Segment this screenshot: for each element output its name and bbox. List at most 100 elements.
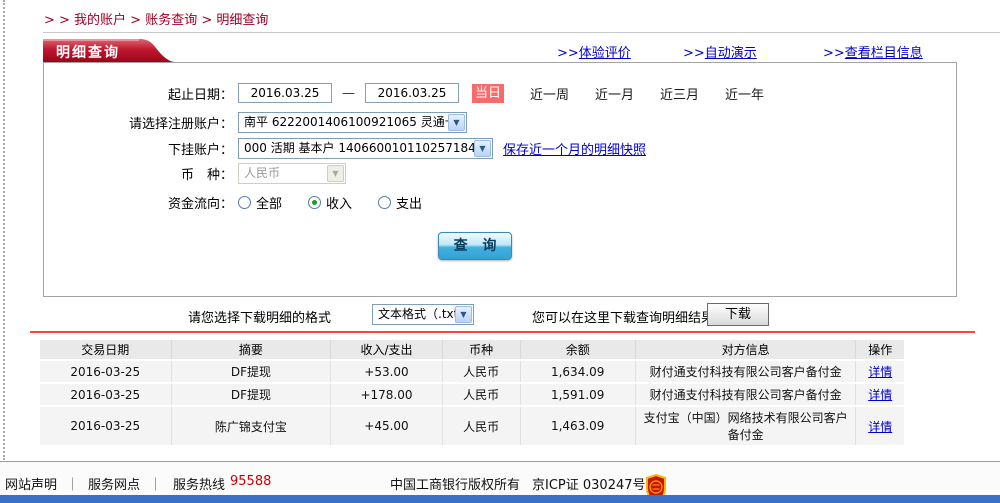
table-header-row: 交易日期 摘要 收入/支出 币种 余额 对方信息 操作 bbox=[40, 340, 904, 359]
cell-balance: 1,463.09 bbox=[521, 407, 636, 445]
flow-option-all[interactable]: 全部 bbox=[238, 193, 282, 212]
cell-summary: 陈广锦支付宝 bbox=[172, 407, 332, 445]
register-account-value: 南平 6222001406100921065 灵通卡 bbox=[244, 115, 457, 129]
range-today-button[interactable]: 当日 bbox=[472, 84, 504, 103]
footer-icp-number: 京ICP证 030247号 bbox=[532, 474, 646, 493]
download-hint: 您可以在这里下载查询明细结果 bbox=[532, 307, 714, 326]
chevrons-icon: >> bbox=[683, 46, 705, 61]
footer-link-service-branches[interactable]: 服务网点 bbox=[88, 474, 140, 493]
link-view-column-info[interactable]: >>查看栏目信息 bbox=[823, 42, 923, 61]
cell-summary: DF提现 bbox=[172, 384, 332, 405]
footer-copyright: 中国工商银行版权所有 bbox=[390, 474, 520, 493]
register-account-select[interactable]: 南平 6222001406100921065 灵通卡 ▼ bbox=[238, 112, 467, 133]
table-row: 2016-03-25 陈广锦支付宝 +45.00 人民币 1,463.09 支付… bbox=[40, 407, 904, 445]
currency-select: 人民币 ▼ bbox=[238, 163, 346, 184]
radio-icon[interactable] bbox=[308, 196, 321, 209]
chevron-down-icon: ▼ bbox=[327, 165, 344, 182]
footer: 网站声明 ｜ 服务网点 ｜ 服务热线 95588 中国工商银行版权所有 京ICP… bbox=[0, 461, 1000, 495]
range-week-button[interactable]: 近一周 bbox=[530, 84, 569, 103]
start-date-input[interactable]: 2016.03.25 bbox=[238, 83, 332, 103]
cell-counterparty: 财付通支付科技有限公司客户备付金 bbox=[636, 361, 857, 382]
end-date-input[interactable]: 2016.03.25 bbox=[365, 83, 459, 103]
cell-amount: +53.00 bbox=[331, 361, 442, 382]
range-month-button[interactable]: 近一月 bbox=[595, 84, 634, 103]
chevrons-icon: >> bbox=[823, 46, 845, 61]
col-header-action: 操作 bbox=[856, 340, 904, 359]
query-form-panel: 起止日期： 2016.03.25 — 2016.03.25 当日 近一周 近一月… bbox=[43, 62, 957, 297]
cell-amount: +45.00 bbox=[331, 407, 442, 445]
flow-direction-label: 资金流向： bbox=[44, 193, 233, 212]
cell-date: 2016-03-25 bbox=[40, 361, 172, 382]
col-header-date: 交易日期 bbox=[40, 340, 172, 359]
chevron-down-icon[interactable]: ▼ bbox=[455, 306, 472, 323]
col-header-amount: 收入/支出 bbox=[331, 340, 442, 359]
query-button[interactable]: 查 询 bbox=[438, 232, 512, 260]
tab-detail-query[interactable]: 明细查询 bbox=[43, 39, 175, 62]
sub-account-label: 下挂账户： bbox=[44, 139, 233, 158]
save-snapshot-link[interactable]: 保存近一个月的明细快照 bbox=[503, 139, 646, 158]
footer-bottom-bar bbox=[0, 495, 1000, 503]
breadcrumb: > > 我的账户 > 账务查询 > 明细查询 bbox=[44, 9, 268, 28]
cell-date: 2016-03-25 bbox=[40, 384, 172, 405]
detail-link[interactable]: 详情 bbox=[868, 388, 892, 402]
flow-option-expense[interactable]: 支出 bbox=[378, 193, 422, 212]
flow-direction-row: 资金流向： 全部 收入 支出 bbox=[44, 193, 956, 212]
range-year-button[interactable]: 近一年 bbox=[725, 84, 764, 103]
footer-link-site-statement[interactable]: 网站声明 bbox=[5, 474, 57, 493]
icbc-detail-query-page: > > 我的账户 > 账务查询 > 明细查询 明细查询 >>体验评价 >>自动演… bbox=[0, 0, 1000, 503]
range-quarter-button[interactable]: 近三月 bbox=[660, 84, 699, 103]
chevron-down-icon[interactable]: ▼ bbox=[448, 114, 465, 131]
download-row: 请您选择下载明细的格式 文本格式（.txt） ▼ 您可以在这里下载查询明细结果 … bbox=[0, 303, 1000, 327]
cell-balance: 1,591.09 bbox=[521, 384, 636, 405]
sub-account-row: 下挂账户： 000 活期 基本户 1406600101102571848 ▼ 保… bbox=[44, 138, 956, 159]
cell-currency: 人民币 bbox=[443, 361, 521, 382]
transactions-table: 交易日期 摘要 收入/支出 币种 余额 对方信息 操作 2016-03-25 D… bbox=[40, 338, 904, 447]
currency-label: 币 种： bbox=[44, 164, 233, 183]
breadcrumb-divider bbox=[43, 32, 1000, 33]
sub-account-value: 000 活期 基本户 1406600101102571848 bbox=[244, 141, 483, 155]
date-separator: — bbox=[342, 86, 355, 101]
flow-option-income[interactable]: 收入 bbox=[308, 193, 352, 212]
footer-separator: ｜ bbox=[66, 474, 79, 493]
cell-amount: +178.00 bbox=[331, 384, 442, 405]
detail-link[interactable]: 详情 bbox=[868, 365, 892, 379]
radio-icon[interactable] bbox=[238, 196, 251, 209]
radio-icon[interactable] bbox=[378, 196, 391, 209]
cell-date: 2016-03-25 bbox=[40, 407, 172, 445]
footer-separator: ｜ bbox=[149, 474, 162, 493]
link-auto-demo[interactable]: >>自动演示 bbox=[683, 42, 757, 61]
table-row: 2016-03-25 DF提现 +178.00 人民币 1,591.09 财付通… bbox=[40, 384, 904, 405]
transactions-table-wrap: 交易日期 摘要 收入/支出 币种 余额 对方信息 操作 2016-03-25 D… bbox=[40, 338, 904, 447]
download-format-select[interactable]: 文本格式（.txt） ▼ bbox=[372, 304, 474, 325]
cell-balance: 1,634.09 bbox=[521, 361, 636, 382]
footer-hotline-label: 服务热线 bbox=[173, 474, 225, 493]
date-range-row: 起止日期： 2016.03.25 — 2016.03.25 当日 近一周 近一月… bbox=[44, 83, 956, 103]
register-account-row: 请选择注册账户： 南平 6222001406100921065 灵通卡 ▼ bbox=[44, 112, 956, 133]
footer-hotline-number: 95588 bbox=[230, 474, 271, 489]
chevron-down-icon[interactable]: ▼ bbox=[474, 140, 491, 157]
date-range-label: 起止日期： bbox=[44, 84, 233, 103]
col-header-summary: 摘要 bbox=[172, 340, 332, 359]
sub-account-select[interactable]: 000 活期 基本户 1406600101102571848 ▼ bbox=[238, 138, 493, 159]
cell-summary: DF提现 bbox=[172, 361, 332, 382]
flow-option-label: 收入 bbox=[326, 193, 352, 212]
download-button[interactable]: 下载 bbox=[707, 303, 769, 326]
flow-option-label: 全部 bbox=[256, 193, 282, 212]
currency-row: 币 种： 人民币 ▼ bbox=[44, 163, 956, 184]
cell-currency: 人民币 bbox=[443, 384, 521, 405]
currency-value: 人民币 bbox=[244, 166, 280, 180]
table-row: 2016-03-25 DF提现 +53.00 人民币 1,634.09 财付通支… bbox=[40, 361, 904, 382]
link-experience-rating[interactable]: >>体验评价 bbox=[557, 42, 631, 61]
cell-counterparty: 支付宝（中国）网络技术有限公司客户备付金 bbox=[636, 407, 857, 445]
col-header-balance: 余额 bbox=[521, 340, 636, 359]
register-account-label: 请选择注册账户： bbox=[44, 113, 233, 132]
left-dotted-border bbox=[3, 0, 5, 460]
download-format-label: 请您选择下载明细的格式 bbox=[188, 307, 331, 326]
col-header-counterparty: 对方信息 bbox=[636, 340, 857, 359]
section-divider-red bbox=[30, 331, 975, 333]
detail-link[interactable]: 详情 bbox=[868, 420, 892, 434]
col-header-currency: 币种 bbox=[443, 340, 521, 359]
cell-counterparty: 财付通支付科技有限公司客户备付金 bbox=[636, 384, 857, 405]
flow-option-label: 支出 bbox=[396, 193, 422, 212]
chevrons-icon: >> bbox=[557, 46, 579, 61]
